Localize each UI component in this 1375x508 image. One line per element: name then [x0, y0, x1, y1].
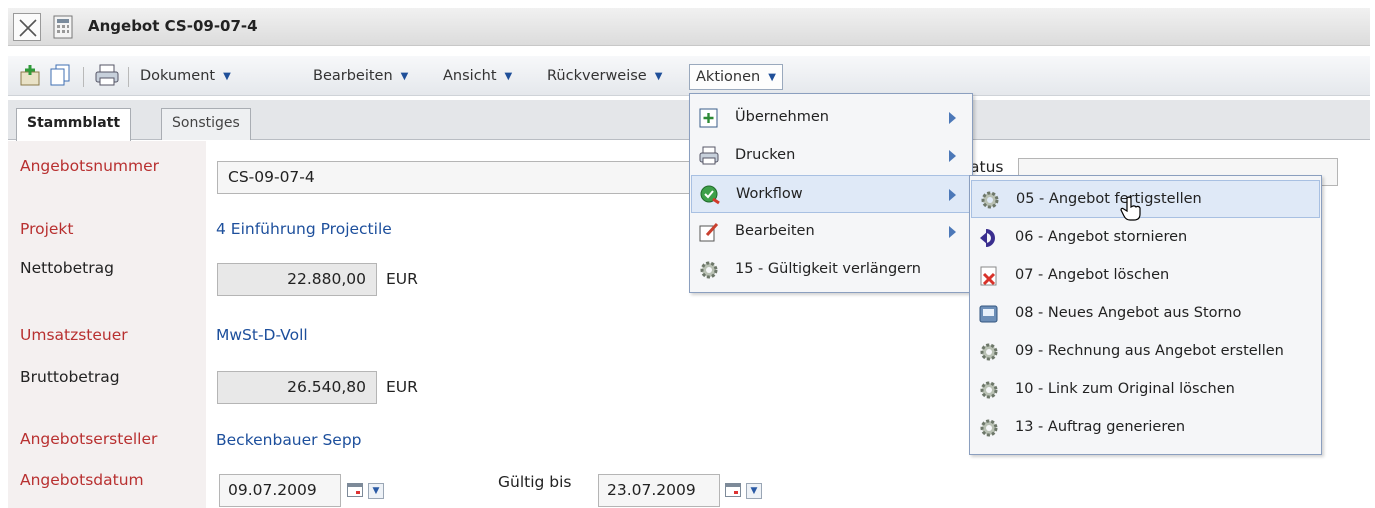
umsatzsteuer-label: Umsatzsteuer	[20, 326, 128, 344]
bruttobetrag-field: 26.540,80	[217, 371, 377, 404]
menu-item-label: 09 - Rechnung aus Angebot erstellen	[1015, 343, 1284, 359]
angebotsdatum-label: Angebotsdatum	[20, 471, 144, 489]
menu-item-label: Bearbeiten	[735, 223, 815, 239]
gear-icon	[980, 381, 998, 399]
menu-item-label: 06 - Angebot stornieren	[1015, 229, 1188, 245]
status-label: atus	[970, 158, 1004, 176]
menu-aktionen-label: Aktionen	[696, 69, 761, 85]
umsatzsteuer-link[interactable]: MwSt-D-Voll	[216, 326, 308, 344]
document-calculator-icon	[53, 15, 73, 39]
menu-rueckverweise-label: Rückverweise	[547, 68, 647, 84]
menu-item-workflow[interactable]: Workflow	[691, 175, 971, 213]
angebotsdatum-field[interactable]: 09.07.2009	[219, 474, 341, 507]
angebotsnummer-label: Angebotsnummer	[20, 157, 160, 175]
submenu-arrow-icon	[949, 226, 956, 238]
printer-icon	[699, 146, 719, 165]
projekt-label: Projekt	[20, 220, 74, 238]
tab-sonstiges[interactable]: Sonstiges	[161, 108, 251, 140]
workflow-submenu: 05 - Angebot fertigstellen 06 - Angebot …	[969, 175, 1322, 455]
chevron-down-icon: ▼	[654, 71, 663, 82]
new-document-icon	[979, 305, 998, 323]
workflow-check-icon	[700, 185, 720, 205]
menu-dokument-label: Dokument	[140, 68, 216, 84]
chevron-down-icon[interactable]: ▼	[368, 483, 384, 499]
chevron-down-icon: ▼	[504, 71, 513, 82]
chevron-down-icon: ▼	[400, 71, 409, 82]
copy-icon[interactable]	[48, 63, 72, 87]
close-icon[interactable]	[13, 13, 41, 41]
tab-stammblatt-label: Stammblatt	[27, 115, 121, 131]
menu-item-gueltigkeit-verlaengern[interactable]: 15 - Gültigkeit verlängern	[691, 251, 971, 289]
calendar-icon[interactable]	[347, 483, 363, 497]
menu-item-uebernehmen[interactable]: Übernehmen	[691, 99, 971, 137]
bruttobetrag-unit: EUR	[386, 378, 418, 396]
menu-item-angebot-loeschen[interactable]: 07 - Angebot löschen	[971, 257, 1320, 295]
window-title: Angebot CS-09-07-4	[88, 17, 258, 35]
menu-item-drucken[interactable]: Drucken	[691, 137, 971, 175]
chevron-down-icon: ▼	[223, 71, 231, 82]
menu-item-auftrag-generieren[interactable]: 13 - Auftrag generieren	[971, 409, 1320, 447]
delete-document-icon	[980, 266, 997, 286]
tab-sonstiges-label: Sonstiges	[172, 115, 240, 131]
undo-arrow-icon	[980, 229, 995, 247]
projekt-link[interactable]: 4 Einführung Projectile	[216, 220, 392, 238]
form-label-column	[8, 141, 206, 508]
gear-icon	[700, 261, 718, 279]
angebotsersteller-label: Angebotsersteller	[20, 430, 158, 448]
menu-item-label: 10 - Link zum Original löschen	[1015, 381, 1235, 397]
bruttobetrag-label: Bruttobetrag	[20, 368, 120, 386]
menu-bearbeiten-label: Bearbeiten	[313, 68, 393, 84]
menu-item-bearbeiten[interactable]: Bearbeiten	[691, 213, 971, 251]
menu-ansicht-label: Ansicht	[443, 68, 497, 84]
menu-item-label: Workflow	[736, 186, 803, 202]
submenu-arrow-icon	[949, 150, 956, 162]
menu-item-label: Drucken	[735, 147, 796, 163]
gueltig-bis-label: Gültig bis	[498, 473, 572, 491]
gear-icon	[980, 419, 998, 437]
angebotsnummer-field[interactable]: CS-09-07-4	[217, 161, 717, 194]
nettobetrag-unit: EUR	[386, 270, 418, 288]
window-title-bar: Angebot CS-09-07-4	[8, 8, 1370, 46]
submenu-arrow-icon	[949, 189, 956, 201]
tab-stammblatt[interactable]: Stammblatt	[16, 108, 132, 141]
submenu-arrow-icon	[949, 112, 956, 124]
menu-item-neues-angebot-aus-storno[interactable]: 08 - Neues Angebot aus Storno	[971, 295, 1320, 333]
menu-item-angebot-stornieren[interactable]: 06 - Angebot stornieren	[971, 219, 1320, 257]
menu-ansicht[interactable]: Ansicht ▼	[437, 64, 518, 90]
calendar-icon[interactable]	[725, 483, 741, 497]
menu-rueckverweise[interactable]: Rückverweise ▼	[541, 64, 668, 90]
hand-cursor-icon	[1120, 196, 1141, 221]
toolbar-separator	[83, 67, 84, 87]
chevron-down-icon[interactable]: ▼	[746, 483, 762, 499]
menu-item-label: 07 - Angebot löschen	[1015, 267, 1170, 283]
chevron-down-icon: ▼	[768, 72, 776, 83]
menu-dokument[interactable]: Dokument ▼	[134, 64, 237, 90]
menu-item-angebot-fertigstellen[interactable]: 05 - Angebot fertigstellen	[971, 180, 1320, 218]
add-document-icon[interactable]	[18, 63, 42, 87]
menu-item-label: 15 - Gültigkeit verlängern	[735, 261, 921, 277]
menu-item-label: Übernehmen	[735, 109, 829, 125]
edit-icon	[699, 222, 719, 242]
menu-item-link-original-loeschen[interactable]: 10 - Link zum Original löschen	[971, 371, 1320, 409]
nettobetrag-label: Nettobetrag	[20, 259, 114, 277]
menu-item-label: 13 - Auftrag generieren	[1015, 419, 1186, 435]
print-icon[interactable]	[94, 63, 120, 87]
gear-icon	[981, 191, 999, 209]
aktionen-dropdown-menu: Übernehmen Drucken Workflow Bearbeiten 1…	[689, 93, 973, 293]
menu-item-rechnung-erstellen[interactable]: 09 - Rechnung aus Angebot erstellen	[971, 333, 1320, 371]
add-document-icon	[699, 108, 718, 128]
gueltig-bis-field[interactable]: 23.07.2009	[598, 474, 720, 507]
menu-item-label: 08 - Neues Angebot aus Storno	[1015, 305, 1242, 321]
nettobetrag-field: 22.880,00	[217, 263, 377, 296]
toolbar-separator	[128, 67, 129, 87]
menu-bearbeiten[interactable]: Bearbeiten ▼	[307, 64, 414, 90]
angebotsersteller-link[interactable]: Beckenbauer Sepp	[216, 431, 362, 449]
menu-item-label: 05 - Angebot fertigstellen	[1016, 191, 1202, 207]
menu-aktionen[interactable]: Aktionen ▼	[689, 64, 783, 90]
gear-icon	[980, 343, 998, 361]
toolbar: Dokument ▼ Bearbeiten ▼ Ansicht ▼ Rückverwe…	[8, 56, 1370, 96]
